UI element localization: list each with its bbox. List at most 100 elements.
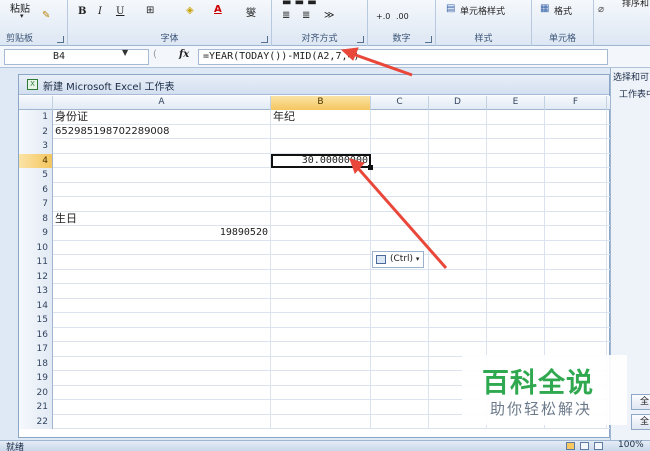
select-all-corner[interactable] (19, 96, 53, 110)
row-header[interactable]: 22 (19, 414, 53, 429)
cell-d1[interactable] (429, 110, 487, 125)
cell-d13[interactable] (429, 284, 487, 299)
cell-a12[interactable] (53, 269, 271, 284)
cell-c3[interactable] (371, 139, 429, 154)
cell-a14[interactable] (53, 298, 271, 313)
row-header[interactable]: 5 (19, 168, 53, 183)
cell-c4[interactable] (371, 153, 429, 168)
cell-e15[interactable] (487, 313, 545, 328)
cell-f1[interactable] (545, 110, 607, 125)
font-color-icon[interactable]: A (214, 4, 222, 15)
cell-a17[interactable] (53, 342, 271, 357)
cell-e1[interactable] (487, 110, 545, 125)
column-header-d[interactable]: D (429, 96, 487, 110)
sort-filter-button[interactable]: 排序和 (622, 0, 649, 9)
cell-a3[interactable] (53, 139, 271, 154)
cell-f16[interactable] (545, 327, 607, 342)
cell-e2[interactable] (487, 124, 545, 139)
cell-b10[interactable] (271, 240, 371, 255)
cell-c19[interactable] (371, 371, 429, 386)
cell-f6[interactable] (545, 182, 607, 197)
cell-d6[interactable] (429, 182, 487, 197)
underline-button[interactable]: U (116, 6, 124, 17)
cell-e9[interactable] (487, 226, 545, 241)
cell-a6[interactable] (53, 182, 271, 197)
cell-d14[interactable] (429, 298, 487, 313)
row-header[interactable]: 6 (19, 182, 53, 197)
row-header[interactable]: 18 (19, 356, 53, 371)
decrease-indent-icon[interactable]: ≣ (282, 10, 290, 21)
row-header[interactable]: 11 (19, 255, 53, 270)
cell-a7[interactable] (53, 197, 271, 212)
cell-f13[interactable] (545, 284, 607, 299)
increase-decimal-button[interactable]: +.0 (376, 12, 390, 21)
cell-b18[interactable] (271, 356, 371, 371)
formula-input[interactable]: =YEAR(TODAY())-MID(A2,7,4) (198, 49, 608, 65)
cell-c22[interactable] (371, 414, 429, 429)
cell-e7[interactable] (487, 197, 545, 212)
cell-c2[interactable] (371, 124, 429, 139)
insert-function-button[interactable]: fx (179, 49, 189, 60)
cell-a19[interactable] (53, 371, 271, 386)
cell-e13[interactable] (487, 284, 545, 299)
cell-a15[interactable] (53, 313, 271, 328)
row-header[interactable]: 13 (19, 284, 53, 299)
cell-b14[interactable] (271, 298, 371, 313)
cell-a4[interactable] (53, 153, 271, 168)
cell-f2[interactable] (545, 124, 607, 139)
page-break-view-icon[interactable] (594, 442, 603, 450)
cell-d8[interactable] (429, 211, 487, 226)
cell-d4[interactable] (429, 153, 487, 168)
column-header-a[interactable]: A (53, 96, 271, 110)
cell-f11[interactable] (545, 255, 607, 270)
cell-b17[interactable] (271, 342, 371, 357)
column-header-f[interactable]: F (545, 96, 607, 110)
cell-b21[interactable] (271, 400, 371, 415)
cell-b12[interactable] (271, 269, 371, 284)
cell-a9[interactable]: 19890520 (53, 226, 271, 241)
row-header[interactable]: 20 (19, 385, 53, 400)
show-all-button[interactable]: 全 (631, 394, 650, 410)
cell-b9[interactable] (271, 226, 371, 241)
cell-c1[interactable] (371, 110, 429, 125)
fill-handle[interactable] (368, 164, 373, 170)
cell-styles-button[interactable]: 单元格样式 (460, 4, 505, 17)
cell-a5[interactable] (53, 168, 271, 183)
cell-c8[interactable] (371, 211, 429, 226)
paste-dropdown-icon[interactable]: ▾ (20, 12, 24, 20)
cell-e12[interactable] (487, 269, 545, 284)
phonetic-button[interactable]: 燮 (246, 4, 256, 19)
cell-b13[interactable] (271, 284, 371, 299)
cell-a10[interactable] (53, 240, 271, 255)
cell-d3[interactable] (429, 139, 487, 154)
row-header[interactable]: 10 (19, 240, 53, 255)
cell-a21[interactable] (53, 400, 271, 415)
cell-c5[interactable] (371, 168, 429, 183)
cell-e6[interactable] (487, 182, 545, 197)
cell-b19[interactable] (271, 371, 371, 386)
cell-c16[interactable] (371, 327, 429, 342)
hide-all-button[interactable]: 全 (631, 414, 650, 430)
cell-d15[interactable] (429, 313, 487, 328)
format-painter-icon[interactable]: ✎ (42, 10, 50, 21)
cell-d16[interactable] (429, 327, 487, 342)
cell-b15[interactable] (271, 313, 371, 328)
cell-d9[interactable] (429, 226, 487, 241)
row-header[interactable]: 16 (19, 327, 53, 342)
cell-b5[interactable] (271, 168, 371, 183)
cell-b4[interactable]: 30.00000000 (271, 153, 371, 168)
cell-c12[interactable] (371, 269, 429, 284)
cell-c14[interactable] (371, 298, 429, 313)
cell-e4[interactable] (487, 153, 545, 168)
cell-c20[interactable] (371, 385, 429, 400)
cell-e16[interactable] (487, 327, 545, 342)
cell-e5[interactable] (487, 168, 545, 183)
cell-f7[interactable] (545, 197, 607, 212)
column-header-c[interactable]: C (371, 96, 429, 110)
cell-d5[interactable] (429, 168, 487, 183)
cell-e8[interactable] (487, 211, 545, 226)
normal-view-icon[interactable] (566, 442, 575, 450)
cell-b22[interactable] (271, 414, 371, 429)
cell-b2[interactable] (271, 124, 371, 139)
row-header[interactable]: 14 (19, 298, 53, 313)
